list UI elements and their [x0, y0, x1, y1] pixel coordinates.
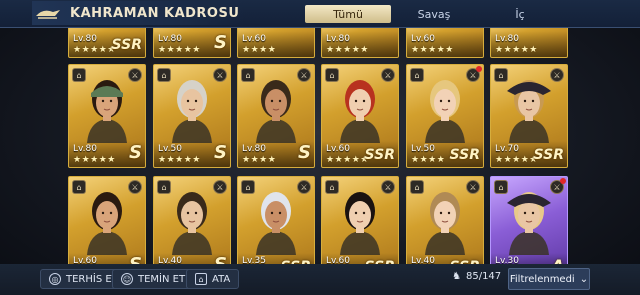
hero-card[interactable]: Lv.80 ★★★★★ SSR [68, 28, 146, 58]
hero-level: Lv.80 [73, 144, 97, 154]
hero-portrait [83, 185, 131, 255]
hero-level: Lv.80 [73, 34, 97, 44]
hero-level: Lv.70 [495, 144, 519, 154]
hero-level: Lv.50 [158, 144, 182, 154]
hero-rank: SSR [449, 147, 480, 163]
hero-stars: ★★★★ [242, 45, 277, 55]
tab-bar: Tümü Savaş İç [305, 5, 563, 23]
recruit-icon: ☺ [121, 273, 133, 285]
hero-rank: S [129, 142, 142, 163]
hero-level: Lv.80 [495, 34, 519, 44]
notification-dot [560, 178, 566, 184]
building-icon: ⌂ [195, 273, 207, 285]
hero-portrait [505, 185, 553, 255]
header-bar: KAHRAMAN KADROSU Tümü Savaş İç [0, 0, 640, 28]
hero-rank: S [214, 254, 227, 264]
hero-card[interactable]: ⌂ ⚔ Lv.80 ★★★★★ S [68, 64, 146, 168]
hero-portrait [336, 73, 384, 143]
hero-card[interactable]: ⌂ ⚔ Lv.50 ★★★★★ S [153, 64, 231, 168]
hero-portrait [421, 73, 469, 143]
hero-portrait [252, 185, 300, 255]
hero-rank: S [129, 254, 142, 264]
ship-emblem-icon [32, 3, 64, 23]
dismiss-icon: ◎ [49, 273, 61, 285]
hero-portrait [168, 73, 216, 143]
hero-level: Lv.60 [326, 256, 350, 264]
hero-portrait [168, 185, 216, 255]
hero-stars: ★★★★★ [158, 155, 201, 165]
hero-rank: S [298, 142, 311, 163]
hero-count: ♞ 85/147 [452, 271, 501, 282]
hero-stars: ★★★★ [242, 155, 277, 165]
page-title: KAHRAMAN KADROSU [70, 5, 240, 21]
hero-stars: ★★★★★ [326, 155, 369, 165]
tab-war[interactable]: Savaş [391, 5, 477, 23]
hero-level: Lv.80 [326, 34, 350, 44]
hero-stars: ★★★★★ [411, 45, 454, 55]
hero-rank: S [214, 32, 227, 53]
chevron-down-icon: ⌄ [579, 273, 589, 285]
hero-card[interactable]: Lv.60 ★★★★ [237, 28, 315, 58]
hero-card[interactable]: ⌂ ⚔ Lv.80 ★★★★ S [237, 64, 315, 168]
hero-stars: ★★★★★ [495, 45, 538, 55]
hero-level: Lv.60 [242, 34, 266, 44]
hero-level: Lv.80 [158, 34, 182, 44]
hero-rank: A [552, 256, 564, 264]
footer-bar: ◎ TERHİS ET ☺ TEMİN ET ⌂ ATA ♞ 85/147 Fi… [0, 264, 640, 295]
hero-card[interactable]: ⌂⚔Lv.60★★★★★SSR [321, 64, 399, 168]
hero-level: Lv.50 [411, 144, 435, 154]
hero-level: Lv.60 [326, 144, 350, 154]
hero-count-value: 85/147 [465, 271, 502, 282]
hero-level: Lv.60 [411, 34, 435, 44]
hero-rank: SSR [364, 147, 395, 163]
dismiss-label: TERHİS ET [66, 273, 118, 285]
hero-card[interactable]: ⌂⚔Lv.30★★★★A [490, 176, 568, 264]
hero-level: Lv.60 [73, 256, 97, 264]
assign-button[interactable]: ⌂ ATA [186, 269, 240, 289]
hero-rank: SSR [533, 147, 564, 163]
hero-card[interactable]: ⌂ ⚔ Lv.70 ★★★★★ SSR [490, 64, 568, 168]
hero-level: Lv.40 [158, 256, 182, 264]
title-box: KAHRAMAN KADROSU [32, 1, 244, 25]
hero-portrait [336, 185, 384, 255]
hero-card[interactable]: Lv.80 ★★★★★ [321, 28, 399, 58]
hero-stars: ★★★★★ [73, 155, 116, 165]
hero-level: Lv.40 [411, 256, 435, 264]
assign-label: ATA [212, 273, 231, 285]
hero-count-icon: ♞ [452, 271, 461, 282]
filter-label: Filtrelenmedi [509, 273, 575, 285]
hero-stars: ★★★★★ [158, 45, 201, 55]
recruit-label: TEMİN ET [138, 273, 186, 285]
tab-all[interactable]: Tümü [305, 5, 391, 23]
hero-card[interactable]: Lv.60 ★★★★★ [406, 28, 484, 58]
hero-card[interactable]: ⌂⚔Lv.40★★★★★S [153, 176, 231, 264]
notification-dot [476, 66, 482, 72]
recruit-button[interactable]: ☺ TEMİN ET [112, 269, 195, 289]
hero-portrait [83, 73, 131, 143]
hero-stars: ★★★★★ [73, 45, 116, 55]
filter-dropdown[interactable]: Filtrelenmedi ⌄ [508, 268, 590, 290]
hero-card[interactable]: Lv.80 ★★★★★ S [153, 28, 231, 58]
hero-stars: ★★★★ [411, 155, 446, 165]
hero-level: Lv.35 [242, 256, 266, 264]
hero-portrait [505, 73, 553, 143]
hero-card[interactable]: ⌂⚔Lv.60★★★★★S [68, 176, 146, 264]
hero-stars: ★★★★★ [495, 155, 538, 165]
hero-level: Lv.30 [495, 256, 519, 264]
hero-card[interactable]: ⌂⚔Lv.60★★★★★SSR [321, 176, 399, 264]
hero-rank: SSR [111, 37, 142, 53]
hero-card[interactable]: ⌂⚔Lv.40★★★★★SSR [406, 176, 484, 264]
tab-internal[interactable]: İç [477, 5, 563, 23]
hero-card[interactable]: ⌂⚔Lv.35★★★★★SSR [237, 176, 315, 264]
hero-roster-screen: KAHRAMAN KADROSU Tümü Savaş İç Lv.80 ★★★★… [0, 0, 640, 295]
hero-level: Lv.80 [242, 144, 266, 154]
hero-portrait [421, 185, 469, 255]
hero-grid: Lv.80 ★★★★★ SSR Lv.80 ★★★★★ S Lv.60 ★★★★ Lv.80 ★★… [68, 28, 572, 264]
hero-portrait [252, 73, 300, 143]
hero-stars: ★★★★★ [326, 45, 369, 55]
hero-card[interactable]: ⌂ ⚔ Lv.50 ★★★★ SSR [406, 64, 484, 168]
hero-rank: S [214, 142, 227, 163]
hero-card[interactable]: Lv.80 ★★★★★ [490, 28, 568, 58]
